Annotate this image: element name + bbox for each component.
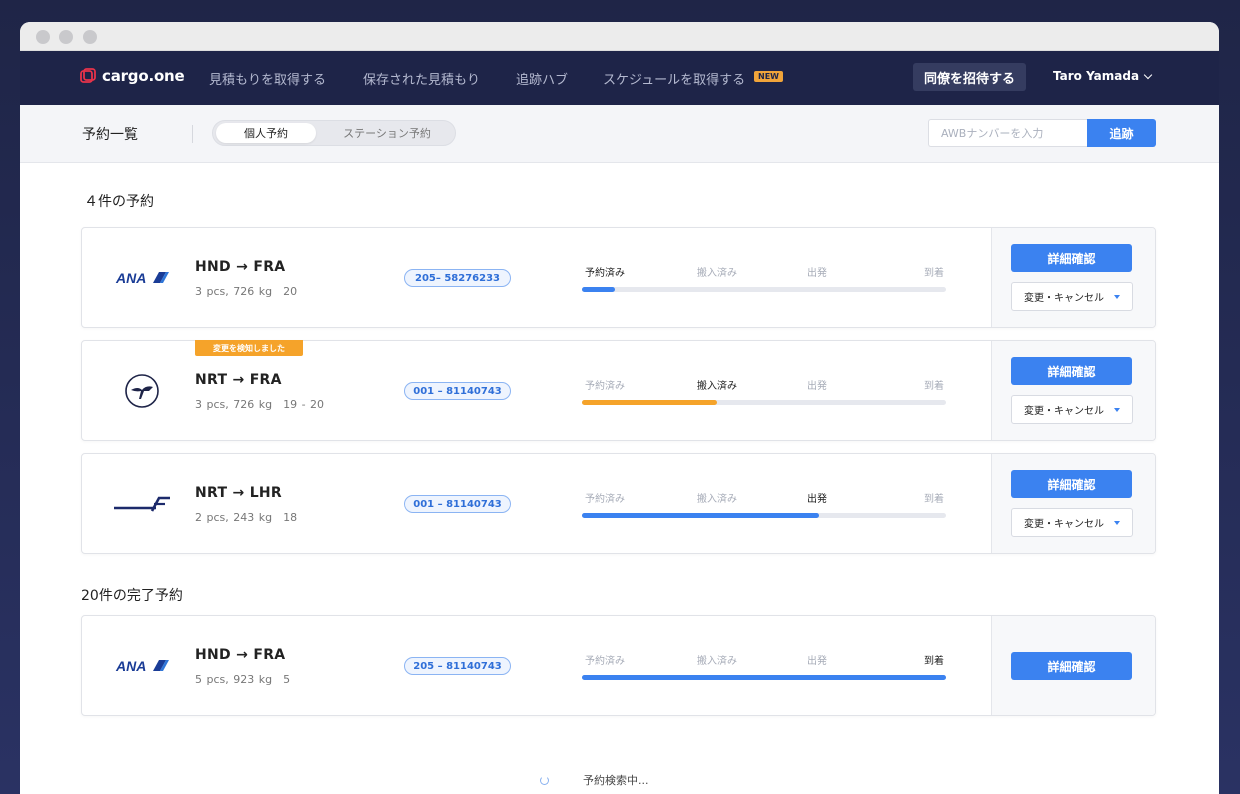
awb-number-badge[interactable]: 001 – 81140743: [404, 382, 511, 400]
status-step-label: 到着: [924, 268, 944, 279]
logo[interactable]: cargo.one: [80, 67, 185, 85]
status-step-label: 搬入済み: [697, 381, 737, 392]
airline-logo-ana: ANA: [110, 644, 174, 688]
status-step-label: 予約済み: [585, 268, 625, 279]
route: HND → FRA: [195, 647, 286, 663]
status-progress: 予約済み 搬入済み 出発 到着: [582, 377, 946, 407]
status-step-label: 出発: [807, 268, 827, 279]
view-details-button[interactable]: 詳細確認: [1011, 652, 1132, 680]
divider: [192, 125, 193, 143]
shipment-details: 3 pcs, 726 kg 19 - 20: [195, 398, 325, 411]
awb-number-badge[interactable]: 205 – 81140743: [404, 657, 511, 675]
bookings-subheader: 予約一覧 個人予約 ステーション予約 追跡: [20, 105, 1219, 163]
svg-text:ANA: ANA: [115, 270, 146, 286]
awb-number-badge[interactable]: 001 – 81140743: [404, 495, 511, 513]
progress-track: [582, 400, 946, 405]
progress-track: [582, 675, 946, 680]
window-titlebar: [20, 22, 1219, 51]
view-details-button[interactable]: 詳細確認: [1011, 470, 1132, 498]
page-title: 予約一覧: [82, 127, 138, 143]
spinner-icon: [540, 775, 549, 785]
booking-actions: 詳細確認: [991, 616, 1155, 715]
status-step-label: 到着: [924, 381, 944, 392]
status-progress: 予約済み 搬入済み 出発 到着: [582, 652, 946, 682]
progress-track: [582, 513, 946, 518]
change-cancel-label: 変更・キャンセル: [1024, 406, 1104, 417]
change-cancel-dropdown[interactable]: 変更・キャンセル: [1011, 508, 1133, 537]
chevron-down-icon: [1143, 70, 1153, 79]
caret-down-icon: [1114, 407, 1120, 412]
change-cancel-dropdown[interactable]: 変更・キャンセル: [1011, 395, 1133, 424]
change-cancel-label: 変更・キャンセル: [1024, 519, 1104, 530]
airline-logo-lufthansa: [110, 369, 174, 413]
route: NRT → LHR: [195, 485, 283, 501]
top-navbar: cargo.one 見積もりを取得する 保存された見積もり 追跡ハブ スケジュー…: [20, 51, 1219, 105]
view-details-button[interactable]: 詳細確認: [1011, 357, 1132, 385]
status-progress: 予約済み 搬入済み 出発 到着: [582, 264, 946, 294]
booking-card: ANA HND → FRA 5 pcs, 923 kg 5 205 – 8114074…: [81, 615, 1156, 716]
close-window-icon[interactable]: [36, 30, 50, 44]
status-step-label: 出発: [807, 381, 827, 392]
svg-text:ANA: ANA: [115, 658, 146, 674]
status-progress: 予約済み 搬入済み 出発 到着: [582, 490, 946, 520]
status-step-label: 予約済み: [585, 494, 625, 505]
tab-station-bookings[interactable]: ステーション予約: [323, 123, 451, 143]
route: HND → FRA: [195, 259, 286, 275]
airline-logo-ana: ANA: [110, 256, 174, 300]
minimize-window-icon[interactable]: [59, 30, 73, 44]
status-step-label: 到着: [924, 656, 944, 667]
track-button[interactable]: 追跡: [1087, 119, 1156, 147]
progress-fill: [582, 513, 819, 518]
loading-indicator: 予約検索中...: [540, 772, 649, 788]
shipment-details: 3 pcs, 726 kg 20: [195, 285, 298, 298]
nav-get-quote[interactable]: 見積もりを取得する: [209, 69, 326, 88]
status-step-label: 出発: [807, 656, 827, 667]
view-details-button[interactable]: 詳細確認: [1011, 244, 1132, 272]
new-badge: NEW: [754, 71, 783, 82]
status-step-label: 搬入済み: [697, 268, 737, 279]
status-step-label: 到着: [924, 494, 944, 505]
nav-saved-quotes[interactable]: 保存された見積もり: [363, 69, 480, 88]
status-step-label: 出発: [807, 494, 827, 505]
booking-actions: 詳細確認変更・キャンセル: [991, 341, 1155, 440]
airline-logo-finnair: [110, 482, 174, 526]
progress-track: [582, 287, 946, 292]
caret-down-icon: [1114, 520, 1120, 525]
progress-fill: [582, 675, 946, 680]
user-name: Taro Yamada: [1053, 69, 1140, 83]
change-cancel-dropdown[interactable]: 変更・キャンセル: [1011, 282, 1133, 311]
loading-text: 予約検索中...: [583, 774, 649, 787]
status-step-label: 搬入済み: [697, 656, 737, 667]
nav-tracking-hub[interactable]: 追跡ハブ: [516, 69, 568, 88]
booking-scope-toggle: 個人予約 ステーション予約: [212, 120, 456, 146]
shipment-details: 2 pcs, 243 kg 18: [195, 511, 298, 524]
progress-fill: [582, 287, 615, 292]
completed-bookings-title: 20件の完了予約: [81, 588, 183, 604]
user-menu[interactable]: Taro Yamada: [1053, 69, 1153, 83]
booking-actions: 詳細確認変更・キャンセル: [991, 228, 1155, 327]
change-detected-badge: 変更を検知しました: [195, 340, 303, 356]
awb-number-badge[interactable]: 205– 58276233: [404, 269, 511, 287]
booking-card: ANA HND → FRA 3 pcs, 726 kg 20 205– 5827623…: [81, 227, 1156, 328]
booking-card: 変更を検知しました NRT → FRA 3 pcs, 726 kg 19 - 20 0…: [81, 340, 1156, 441]
caret-down-icon: [1114, 294, 1120, 299]
tab-personal-bookings[interactable]: 個人予約: [216, 123, 316, 143]
status-step-label: 予約済み: [585, 656, 625, 667]
logo-text: cargo.one: [102, 67, 185, 85]
booking-card: NRT → LHR 2 pcs, 243 kg 18 001 – 81140743 予…: [81, 453, 1156, 554]
shipment-details: 5 pcs, 923 kg 5: [195, 673, 291, 686]
app-window: cargo.one 見積もりを取得する 保存された見積もり 追跡ハブ スケジュー…: [20, 22, 1219, 794]
status-step-label: 予約済み: [585, 381, 625, 392]
cargo-one-logo-icon: [80, 68, 96, 84]
booking-actions: 詳細確認変更・キャンセル: [991, 454, 1155, 553]
awb-number-input[interactable]: [928, 119, 1087, 147]
progress-fill: [582, 400, 717, 405]
route: NRT → FRA: [195, 372, 282, 388]
invite-colleague-button[interactable]: 同僚を招待する: [913, 63, 1026, 91]
maximize-window-icon[interactable]: [83, 30, 97, 44]
change-cancel-label: 変更・キャンセル: [1024, 293, 1104, 304]
active-bookings-title: ４件の予約: [84, 194, 154, 210]
status-step-label: 搬入済み: [697, 494, 737, 505]
nav-get-schedule[interactable]: スケジュールを取得する: [603, 69, 745, 88]
